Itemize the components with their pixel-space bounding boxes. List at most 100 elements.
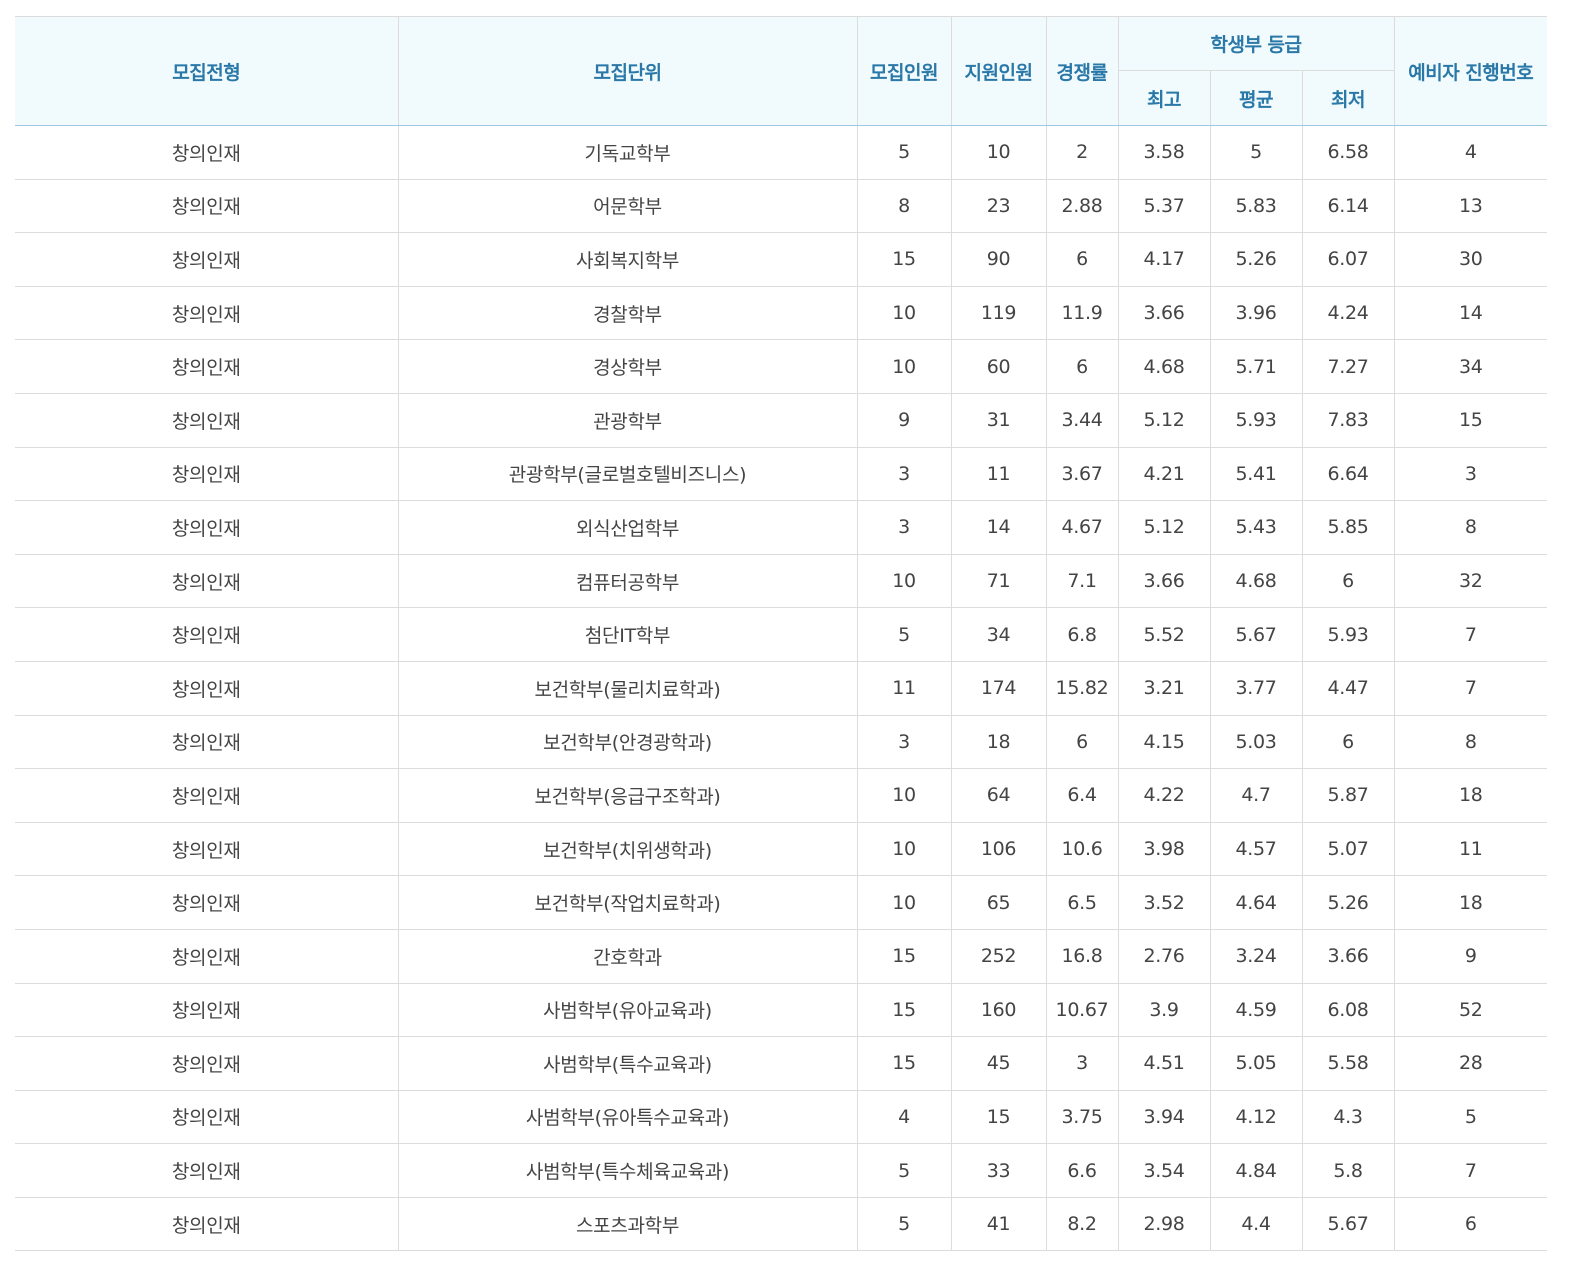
cell-applicants: 106 bbox=[950, 821, 1047, 877]
cell-quota: 4 bbox=[856, 1089, 952, 1145]
table-row: 창의인재 스포츠과학부 5 41 8.2 2.98 4.4 5.67 6 bbox=[15, 1196, 1547, 1252]
cell-grade-max: 3.52 bbox=[1117, 875, 1211, 930]
cell-applicants: 252 bbox=[950, 928, 1047, 984]
cell-quota: 15 bbox=[856, 982, 952, 1038]
table-row: 창의인재 어문학부 8 23 2.88 5.37 5.83 6.14 13 bbox=[15, 178, 1547, 234]
cell-grade-max: 5.37 bbox=[1117, 178, 1211, 234]
table-row: 창의인재 보건학부(응급구조학과) 10 64 6.4 4.22 4.7 5.87 18 bbox=[15, 768, 1547, 823]
table-body: 창의인재 기독교학부 5 10 2 3.58 5 6.58 4 창의인재 어문학부 8 23 2.88 5.… bbox=[15, 125, 1547, 1252]
cell-grade-max: 4.21 bbox=[1117, 446, 1211, 502]
header-competition-ratio: 경쟁률 bbox=[1045, 16, 1119, 126]
cell-grade-avg: 4.12 bbox=[1209, 1089, 1303, 1145]
cell-applicants: 90 bbox=[950, 232, 1047, 287]
cell-grade-avg: 4.64 bbox=[1209, 875, 1303, 930]
cell-recruitment-unit: 보건학부(안경광학과) bbox=[397, 714, 858, 770]
cell-grade-max: 4.22 bbox=[1117, 768, 1211, 823]
cell-quota: 5 bbox=[856, 125, 952, 180]
cell-grade-max: 3.58 bbox=[1117, 125, 1211, 180]
header-waitlist-number: 예비자 진행번호 bbox=[1393, 16, 1547, 126]
cell-applicants: 119 bbox=[950, 285, 1047, 341]
cell-applicants: 71 bbox=[950, 553, 1047, 609]
cell-quota: 10 bbox=[856, 339, 952, 394]
cell-recruitment-unit: 첨단IT학부 bbox=[397, 607, 858, 662]
cell-recruitment-unit: 경찰학부 bbox=[397, 285, 858, 341]
cell-recruitment-type: 창의인재 bbox=[15, 553, 399, 609]
cell-competition-ratio: 10.6 bbox=[1045, 821, 1119, 877]
cell-quota: 3 bbox=[856, 500, 952, 555]
table-row: 창의인재 외식산업학부 3 14 4.67 5.12 5.43 5.85 8 bbox=[15, 500, 1547, 555]
header-grade-min: 최저 bbox=[1301, 70, 1394, 126]
cell-waitlist-number: 28 bbox=[1393, 1036, 1547, 1091]
cell-grade-min: 6 bbox=[1301, 553, 1395, 609]
cell-competition-ratio: 6.6 bbox=[1045, 1143, 1119, 1198]
cell-grade-avg: 5 bbox=[1209, 125, 1303, 180]
cell-quota: 10 bbox=[856, 768, 952, 823]
header-recruitment-unit: 모집단위 bbox=[397, 16, 858, 126]
cell-competition-ratio: 16.8 bbox=[1045, 928, 1119, 984]
cell-waitlist-number: 6 bbox=[1393, 1196, 1547, 1252]
cell-recruitment-unit: 어문학부 bbox=[397, 178, 858, 234]
cell-grade-min: 4.3 bbox=[1301, 1089, 1395, 1145]
cell-recruitment-type: 창의인재 bbox=[15, 660, 399, 716]
cell-applicants: 10 bbox=[950, 125, 1047, 180]
cell-grade-max: 2.76 bbox=[1117, 928, 1211, 984]
header-recruitment-type: 모집전형 bbox=[15, 16, 399, 126]
cell-grade-avg: 5.93 bbox=[1209, 392, 1303, 448]
cell-quota: 11 bbox=[856, 660, 952, 716]
cell-grade-avg: 5.05 bbox=[1209, 1036, 1303, 1091]
cell-recruitment-type: 창의인재 bbox=[15, 285, 399, 341]
cell-recruitment-unit: 사범학부(유아교육과) bbox=[397, 982, 858, 1038]
cell-applicants: 23 bbox=[950, 178, 1047, 234]
cell-applicants: 31 bbox=[950, 392, 1047, 448]
header-grade-max: 최고 bbox=[1118, 70, 1211, 126]
cell-applicants: 60 bbox=[950, 339, 1047, 394]
cell-waitlist-number: 34 bbox=[1393, 339, 1547, 394]
table-row: 창의인재 경찰학부 10 119 11.9 3.66 3.96 4.24 14 bbox=[15, 285, 1547, 341]
cell-recruitment-unit: 관광학부 bbox=[397, 392, 858, 448]
header-row-top: 모집전형 모집단위 모집인원 지원인원 경쟁률 학생부 등급 예비자 진행번호 bbox=[15, 16, 1547, 126]
cell-waitlist-number: 5 bbox=[1393, 1089, 1547, 1145]
cell-recruitment-type: 창의인재 bbox=[15, 1089, 399, 1145]
cell-grade-min: 7.83 bbox=[1301, 392, 1395, 448]
cell-recruitment-unit: 관광학부(글로벌호텔비즈니스) bbox=[397, 446, 858, 502]
cell-grade-min: 6.08 bbox=[1301, 982, 1395, 1038]
header-applicants: 지원인원 bbox=[950, 16, 1047, 126]
cell-grade-max: 4.68 bbox=[1117, 339, 1211, 394]
cell-grade-avg: 5.67 bbox=[1209, 607, 1303, 662]
cell-grade-min: 5.26 bbox=[1301, 875, 1395, 930]
admissions-table-container: 모집전형 모집단위 모집인원 지원인원 경쟁률 학생부 등급 예비자 진행번호 … bbox=[15, 16, 1547, 1252]
cell-grade-min: 5.58 bbox=[1301, 1036, 1395, 1091]
cell-grade-min: 6.14 bbox=[1301, 178, 1395, 234]
cell-competition-ratio: 10.67 bbox=[1045, 982, 1119, 1038]
cell-recruitment-unit: 보건학부(작업치료학과) bbox=[397, 875, 858, 930]
cell-grade-max: 2.98 bbox=[1117, 1196, 1211, 1252]
cell-recruitment-type: 창의인재 bbox=[15, 607, 399, 662]
cell-waitlist-number: 52 bbox=[1393, 982, 1547, 1038]
cell-recruitment-type: 창의인재 bbox=[15, 768, 399, 823]
cell-grade-max: 4.15 bbox=[1117, 714, 1211, 770]
cell-quota: 10 bbox=[856, 821, 952, 877]
cell-recruitment-type: 창의인재 bbox=[15, 982, 399, 1038]
cell-grade-min: 6.07 bbox=[1301, 232, 1395, 287]
cell-waitlist-number: 18 bbox=[1393, 875, 1547, 930]
cell-quota: 15 bbox=[856, 232, 952, 287]
cell-grade-avg: 5.43 bbox=[1209, 500, 1303, 555]
cell-recruitment-unit: 외식산업학부 bbox=[397, 500, 858, 555]
cell-applicants: 174 bbox=[950, 660, 1047, 716]
cell-recruitment-type: 창의인재 bbox=[15, 125, 399, 180]
cell-waitlist-number: 13 bbox=[1393, 178, 1547, 234]
cell-grade-min: 3.66 bbox=[1301, 928, 1395, 984]
cell-waitlist-number: 7 bbox=[1393, 660, 1547, 716]
cell-recruitment-type: 창의인재 bbox=[15, 821, 399, 877]
cell-quota: 10 bbox=[856, 875, 952, 930]
cell-quota: 5 bbox=[856, 1196, 952, 1252]
cell-recruitment-unit: 스포츠과학부 bbox=[397, 1196, 858, 1252]
cell-recruitment-unit: 기독교학부 bbox=[397, 125, 858, 180]
table-row: 창의인재 기독교학부 5 10 2 3.58 5 6.58 4 bbox=[15, 125, 1547, 180]
cell-competition-ratio: 11.9 bbox=[1045, 285, 1119, 341]
cell-grade-min: 5.07 bbox=[1301, 821, 1395, 877]
cell-competition-ratio: 3.75 bbox=[1045, 1089, 1119, 1145]
cell-applicants: 34 bbox=[950, 607, 1047, 662]
cell-grade-min: 5.85 bbox=[1301, 500, 1395, 555]
cell-recruitment-unit: 사범학부(특수교육과) bbox=[397, 1036, 858, 1091]
